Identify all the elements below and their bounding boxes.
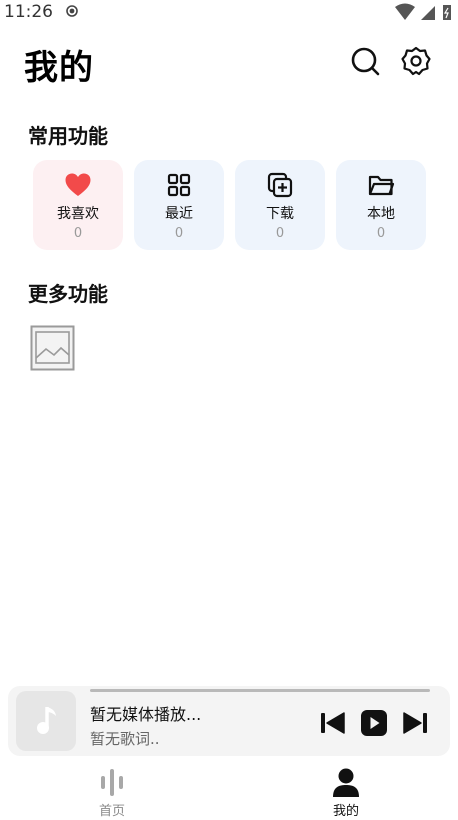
play-icon[interactable] xyxy=(360,710,388,736)
audio-wave-icon xyxy=(101,769,123,796)
next-icon[interactable] xyxy=(401,710,429,736)
card-favorites[interactable]: 我喜欢 0 xyxy=(33,160,123,250)
tab-mine-label: 我的 xyxy=(332,804,359,819)
track-title: 暂无媒体播放... xyxy=(90,705,202,724)
section-title-more: 更多功能 xyxy=(28,282,108,306)
previous-icon[interactable] xyxy=(319,710,347,736)
wifi-icon xyxy=(395,3,415,20)
progress-bar[interactable] xyxy=(90,689,430,692)
card-count: 0 xyxy=(376,226,386,241)
mini-player[interactable]: 暂无媒体播放... 暂无歌词.. xyxy=(8,686,450,756)
tab-mine[interactable]: 我的 xyxy=(296,766,396,820)
signal-icon xyxy=(421,6,435,20)
card-count: 0 xyxy=(275,226,285,241)
app-screen: 11:26 我的 常用功能 我喜欢 0 最近 0 下载 0 本地 0 更多功能 … xyxy=(0,0,458,820)
tab-home-label: 首页 xyxy=(98,804,125,819)
gear-icon[interactable] xyxy=(401,46,431,76)
card-local[interactable]: 本地 0 xyxy=(336,160,426,250)
image-placeholder-icon[interactable] xyxy=(30,325,75,371)
card-count: 0 xyxy=(174,226,184,241)
card-download[interactable]: 下载 0 xyxy=(235,160,325,250)
card-label: 我喜欢 xyxy=(57,206,99,222)
record-indicator-icon xyxy=(66,5,78,17)
add-copy-icon xyxy=(267,172,293,198)
search-icon[interactable] xyxy=(350,46,380,76)
heart-icon xyxy=(65,173,91,196)
tab-home[interactable]: 首页 xyxy=(62,766,162,820)
card-count: 0 xyxy=(73,226,83,241)
user-icon xyxy=(333,768,359,797)
card-label: 下载 xyxy=(266,206,294,222)
card-recent[interactable]: 最近 0 xyxy=(134,160,224,250)
folder-icon xyxy=(368,175,395,196)
track-lyric: 暂无歌词.. xyxy=(90,730,160,748)
card-label: 本地 xyxy=(367,206,395,222)
page-title: 我的 xyxy=(24,48,94,88)
section-title-common: 常用功能 xyxy=(28,124,108,148)
status-icons xyxy=(395,3,451,20)
card-label: 最近 xyxy=(165,206,193,222)
grid-icon xyxy=(167,173,191,197)
status-time: 11:26 xyxy=(4,2,53,22)
album-cover xyxy=(16,691,76,751)
music-note-icon xyxy=(37,707,56,734)
